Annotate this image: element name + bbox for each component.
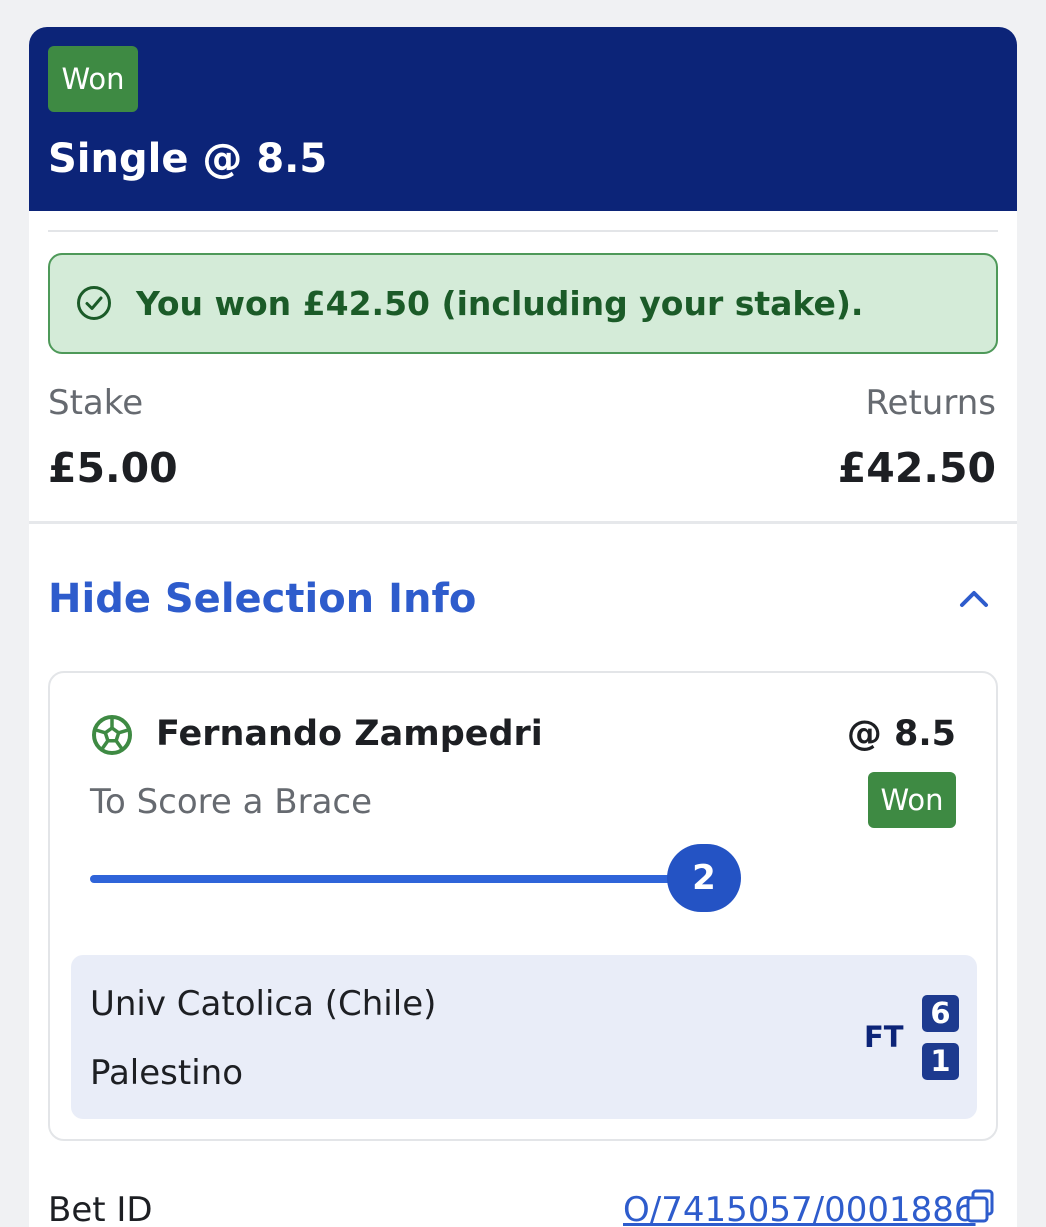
win-message: You won £42.50 (including your stake). — [136, 284, 864, 323]
stake-label: Stake — [48, 383, 144, 423]
market-name: To Score a Brace — [90, 782, 373, 822]
bet-header: Won Single @ 8.5 — [29, 27, 1017, 211]
check-circle-icon — [77, 286, 111, 320]
match-status: FT — [864, 1020, 904, 1054]
selection-card: Fernando Zampedri @ 8.5 To Score a Brace… — [48, 671, 998, 1141]
returns-label: Returns — [865, 383, 996, 423]
match-info: Univ Catolica (Chile) Palestino FT 6 1 — [71, 955, 977, 1119]
football-icon — [92, 715, 132, 755]
win-banner: You won £42.50 (including your stake). — [48, 253, 998, 354]
away-score: 1 — [922, 1043, 959, 1080]
divider — [48, 230, 998, 232]
returns-value: £42.50 — [837, 444, 996, 492]
bet-title: Single @ 8.5 — [48, 136, 328, 182]
bet-id-value[interactable]: O/7415057/0001886 — [623, 1185, 976, 1227]
progress-count: 2 — [667, 844, 741, 912]
divider — [29, 521, 1017, 524]
home-score: 6 — [922, 995, 959, 1032]
stake-value: £5.00 — [48, 444, 178, 492]
selection-odds: @ 8.5 — [846, 714, 956, 754]
hide-selection-info-toggle[interactable]: Hide Selection Info — [48, 571, 476, 627]
bet-card: Won Single @ 8.5 You won £42.50 (includi… — [29, 27, 1017, 1227]
status-badge: Won — [48, 46, 138, 112]
selection-status-badge: Won — [868, 772, 956, 828]
away-team: Palestino — [90, 1053, 244, 1093]
progress-track — [90, 875, 690, 883]
chevron-up-icon[interactable] — [957, 583, 991, 613]
bet-id-label: Bet ID — [48, 1190, 153, 1227]
copy-icon[interactable] — [965, 1189, 995, 1223]
home-team: Univ Catolica (Chile) — [90, 984, 437, 1024]
selection-name: Fernando Zampedri — [156, 714, 543, 754]
